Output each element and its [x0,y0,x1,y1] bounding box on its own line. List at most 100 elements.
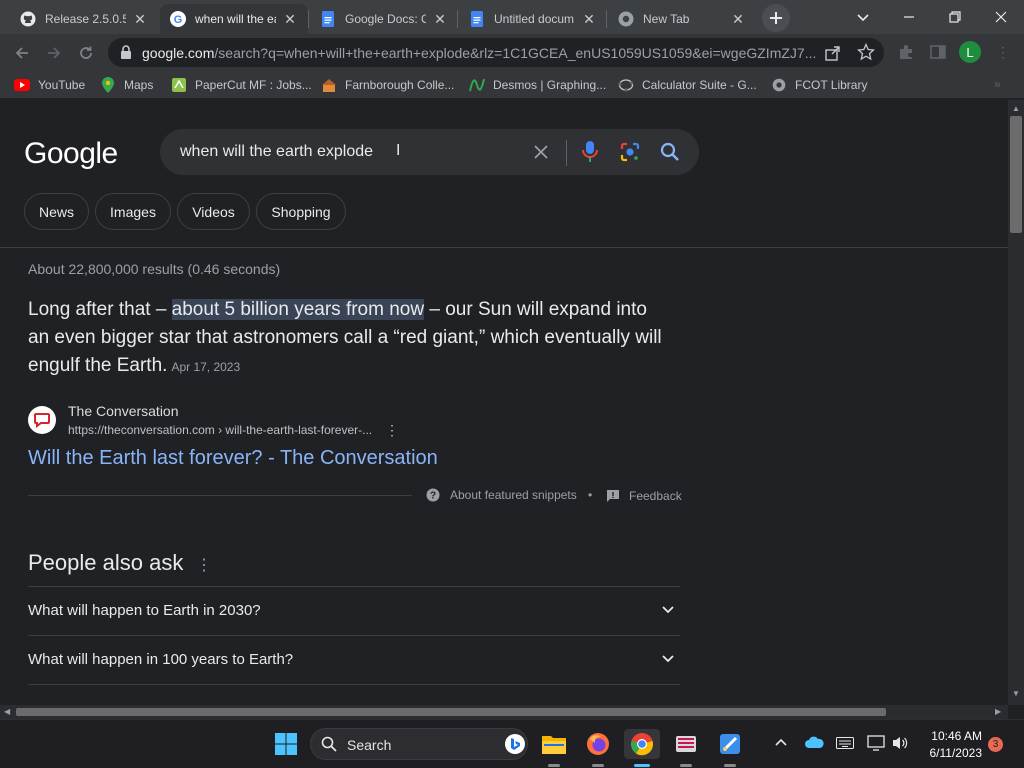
taskbar-firefox[interactable] [583,729,613,759]
source-favicon[interactable] [28,406,56,434]
tab-search-button[interactable] [854,8,872,26]
start-button[interactable] [271,729,301,759]
side-panel-icon[interactable] [929,43,947,66]
lock-icon[interactable] [120,45,132,65]
menu-kebab-icon[interactable]: ⋮ [996,44,1010,61]
bookmarks-overflow-icon[interactable]: » [994,77,1001,91]
chip-shopping[interactable]: Shopping [256,193,346,230]
minimize-icon [904,16,914,18]
url-text[interactable]: google.com/search?q=when+will+the+earth+… [142,45,822,61]
clock-date[interactable]: 6/11/2023 [920,746,983,760]
about-featured-snippets-link[interactable]: ? About featured snippets [426,488,577,502]
close-window-button[interactable] [992,8,1010,26]
header-divider [0,247,1008,248]
paa-question-1[interactable]: What will happen to Earth in 2030? [28,586,680,635]
taskbar-chrome[interactable] [624,729,660,759]
close-tab-icon[interactable]: ✕ [132,11,148,28]
close-tab-icon[interactable]: ✕ [730,11,746,28]
chip-images[interactable]: Images [95,193,171,230]
tab-github-release[interactable]: Release 2.5.0.5 ✕ [10,4,158,34]
bookmark-fcot-library[interactable]: FCOT Library [771,76,867,94]
paa-question-text: What will happen in 100 years to Earth? [28,651,294,668]
chevron-down-icon[interactable] [660,601,676,622]
google-logo[interactable]: Google [24,137,118,171]
source-url[interactable]: https://theconversation.com › will-the-e… [68,423,372,437]
more-options-icon[interactable]: ⋮ [385,422,399,439]
bookmark-desmos[interactable]: Desmos | Graphing... [469,76,606,94]
clock-time[interactable]: 10:46 AM [920,729,982,743]
microphone-icon[interactable] [581,140,599,169]
feedback-link[interactable]: Feedback [606,489,682,503]
forward-button[interactable] [43,42,65,64]
scroll-right-arrow-icon[interactable]: ▶ [995,707,1001,716]
bookmark-papercut[interactable]: PaperCut MF : Jobs... [171,76,312,94]
new-tab-button[interactable] [762,4,790,32]
close-tab-icon[interactable]: ✕ [581,11,597,28]
back-button[interactable] [11,42,33,64]
vertical-scrollbar[interactable]: ▲ ▼ [1008,100,1024,705]
horizontal-scrollbar[interactable]: ◀ ▶ [0,705,1008,719]
scroll-left-arrow-icon[interactable]: ◀ [4,707,10,716]
search-icon [321,736,337,757]
speech-bubble-icon [34,413,50,428]
taskbar-app-shelf[interactable] [671,729,701,759]
network-monitor-icon[interactable] [867,735,885,756]
close-icon [995,11,1007,23]
extensions-icon[interactable] [897,43,915,66]
taskbar-paint[interactable] [715,729,745,759]
show-hidden-icons-chevron-icon[interactable] [774,735,788,754]
notification-badge[interactable]: 3 [988,737,1003,752]
close-tab-icon[interactable]: ✕ [432,11,448,28]
share-icon[interactable] [824,44,842,67]
close-tab-icon[interactable]: ✕ [282,11,298,28]
horizontal-scroll-thumb[interactable] [16,708,886,716]
bookmark-label: Desmos | Graphing... [493,78,607,92]
bookmark-farnborough[interactable]: Farnborough Colle... [321,76,454,94]
star-icon[interactable] [856,42,876,66]
scroll-up-arrow-icon[interactable]: ▲ [1012,104,1020,113]
search-input[interactable]: when will the earth explode [180,143,373,161]
address-bar[interactable]: google.com/search?q=when+will+the+earth+… [108,38,884,67]
onedrive-cloud-icon[interactable] [804,735,824,754]
bookmark-maps[interactable]: Maps [100,76,153,94]
snippet-highlight[interactable]: about 5 billion years from now [171,299,425,320]
restore-button[interactable] [946,8,964,26]
lens-camera-icon[interactable] [619,141,641,168]
tab-separator [457,10,458,28]
geogebra-icon [618,77,634,93]
result-title-link[interactable]: Will the Earth last forever? - The Conve… [28,447,438,470]
tab-separator [606,10,607,28]
bing-icon[interactable] [505,734,525,754]
taskbar-file-explorer[interactable] [539,729,569,759]
firefox-icon [587,733,609,755]
paa-question-3[interactable] [28,684,680,705]
tab-google-docs[interactable]: Google Docs: O ✕ [310,4,458,34]
bookmark-youtube[interactable]: YouTube [14,76,85,94]
restore-icon [949,11,961,23]
source-name[interactable]: The Conversation [68,403,179,419]
windows-logo-icon [275,733,297,755]
paa-question-2[interactable]: What will happen in 100 years to Earth? [28,635,680,684]
tab-untitled-document[interactable]: Untitled docum ✕ [459,4,607,34]
chip-videos[interactable]: Videos [177,193,250,230]
chevron-down-icon[interactable] [660,650,676,671]
taskbar-search[interactable]: Search [310,728,528,760]
plus-icon [770,12,782,24]
profile-avatar[interactable]: L [959,41,981,63]
arrow-left-icon [15,47,28,59]
minimize-button[interactable] [900,8,918,26]
chip-news[interactable]: News [24,193,89,230]
search-results-page: Google when will the earth explode I New… [0,100,1008,705]
volume-icon[interactable] [892,735,908,756]
bookmark-calculator-suite[interactable]: Calculator Suite - G... [618,76,757,94]
vertical-scroll-thumb[interactable] [1010,116,1022,233]
tab-google-search[interactable]: G when will the ea ✕ [160,4,308,34]
people-also-ask-more-icon[interactable]: ⋮ [196,555,212,575]
keyboard-icon[interactable] [836,736,854,754]
search-icon[interactable] [660,142,680,167]
clear-search-icon[interactable] [532,143,550,166]
search-box[interactable]: when will the earth explode I [160,129,699,175]
scroll-down-arrow-icon[interactable]: ▼ [1012,689,1020,698]
reload-button[interactable] [75,42,97,64]
tab-new-tab[interactable]: New Tab ✕ [608,4,756,34]
